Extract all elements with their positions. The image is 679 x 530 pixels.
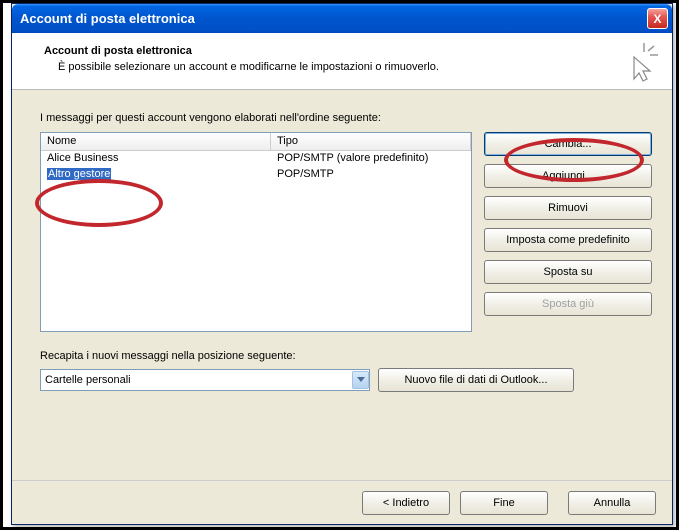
deliver-label: Recapita i nuovi messaggi nella posizion… — [40, 350, 652, 362]
outer-frame: Account di posta elettronica X Account d… — [0, 0, 679, 530]
button-stack: Cambia... Aggiungi... Rimuovi Imposta co… — [484, 132, 652, 332]
row-type: POP/SMTP — [271, 167, 471, 183]
main-row: Nome Tipo Alice Business POP/SMTP (valor… — [40, 132, 652, 332]
add-button[interactable]: Aggiungi... — [484, 164, 652, 188]
row-name: Altro gestore — [41, 167, 271, 183]
intro-text: I messaggi per questi account vengono el… — [40, 112, 652, 124]
column-name[interactable]: Nome — [41, 133, 271, 150]
accounts-dialog: Account di posta elettronica X Account d… — [11, 3, 673, 525]
back-button[interactable]: < Indietro — [362, 491, 450, 515]
titlebar: Account di posta elettronica X — [12, 4, 672, 33]
row-name: Alice Business — [41, 151, 271, 167]
window-title: Account di posta elettronica — [20, 11, 195, 26]
combo-value: Cartelle personali — [45, 374, 131, 386]
table-row[interactable]: Altro gestore POP/SMTP — [41, 167, 471, 183]
footer: < Indietro Fine Annulla — [12, 480, 672, 524]
move-up-button[interactable]: Sposta su — [484, 260, 652, 284]
accounts-listview[interactable]: Nome Tipo Alice Business POP/SMTP (valor… — [40, 132, 472, 332]
table-row[interactable]: Alice Business POP/SMTP (valore predefin… — [41, 151, 471, 167]
cursor-icon — [622, 43, 658, 83]
chevron-down-icon — [352, 371, 369, 389]
deliver-section: Recapita i nuovi messaggi nella posizion… — [40, 350, 652, 392]
column-type[interactable]: Tipo — [271, 133, 471, 150]
set-default-button[interactable]: Imposta come predefinito — [484, 228, 652, 252]
change-button[interactable]: Cambia... — [484, 132, 652, 156]
body-pane: I messaggi per questi account vengono el… — [12, 90, 672, 402]
row-type: POP/SMTP (valore predefinito) — [271, 151, 471, 167]
remove-button[interactable]: Rimuovi — [484, 196, 652, 220]
finish-button[interactable]: Fine — [460, 491, 548, 515]
close-icon: X — [653, 12, 661, 26]
page-subtitle: È possibile selezionare un account e mod… — [44, 61, 654, 73]
cancel-button[interactable]: Annulla — [568, 491, 656, 515]
new-datafile-button[interactable]: Nuovo file di dati di Outlook... — [378, 368, 574, 392]
page-title: Account di posta elettronica — [44, 45, 654, 57]
deliver-controls: Cartelle personali Nuovo file di dati di… — [40, 368, 652, 392]
deliver-combo[interactable]: Cartelle personali — [40, 369, 370, 391]
close-button[interactable]: X — [647, 8, 668, 29]
header-pane: Account di posta elettronica È possibile… — [12, 33, 672, 90]
move-down-button: Sposta giù — [484, 292, 652, 316]
listview-header: Nome Tipo — [41, 133, 471, 151]
